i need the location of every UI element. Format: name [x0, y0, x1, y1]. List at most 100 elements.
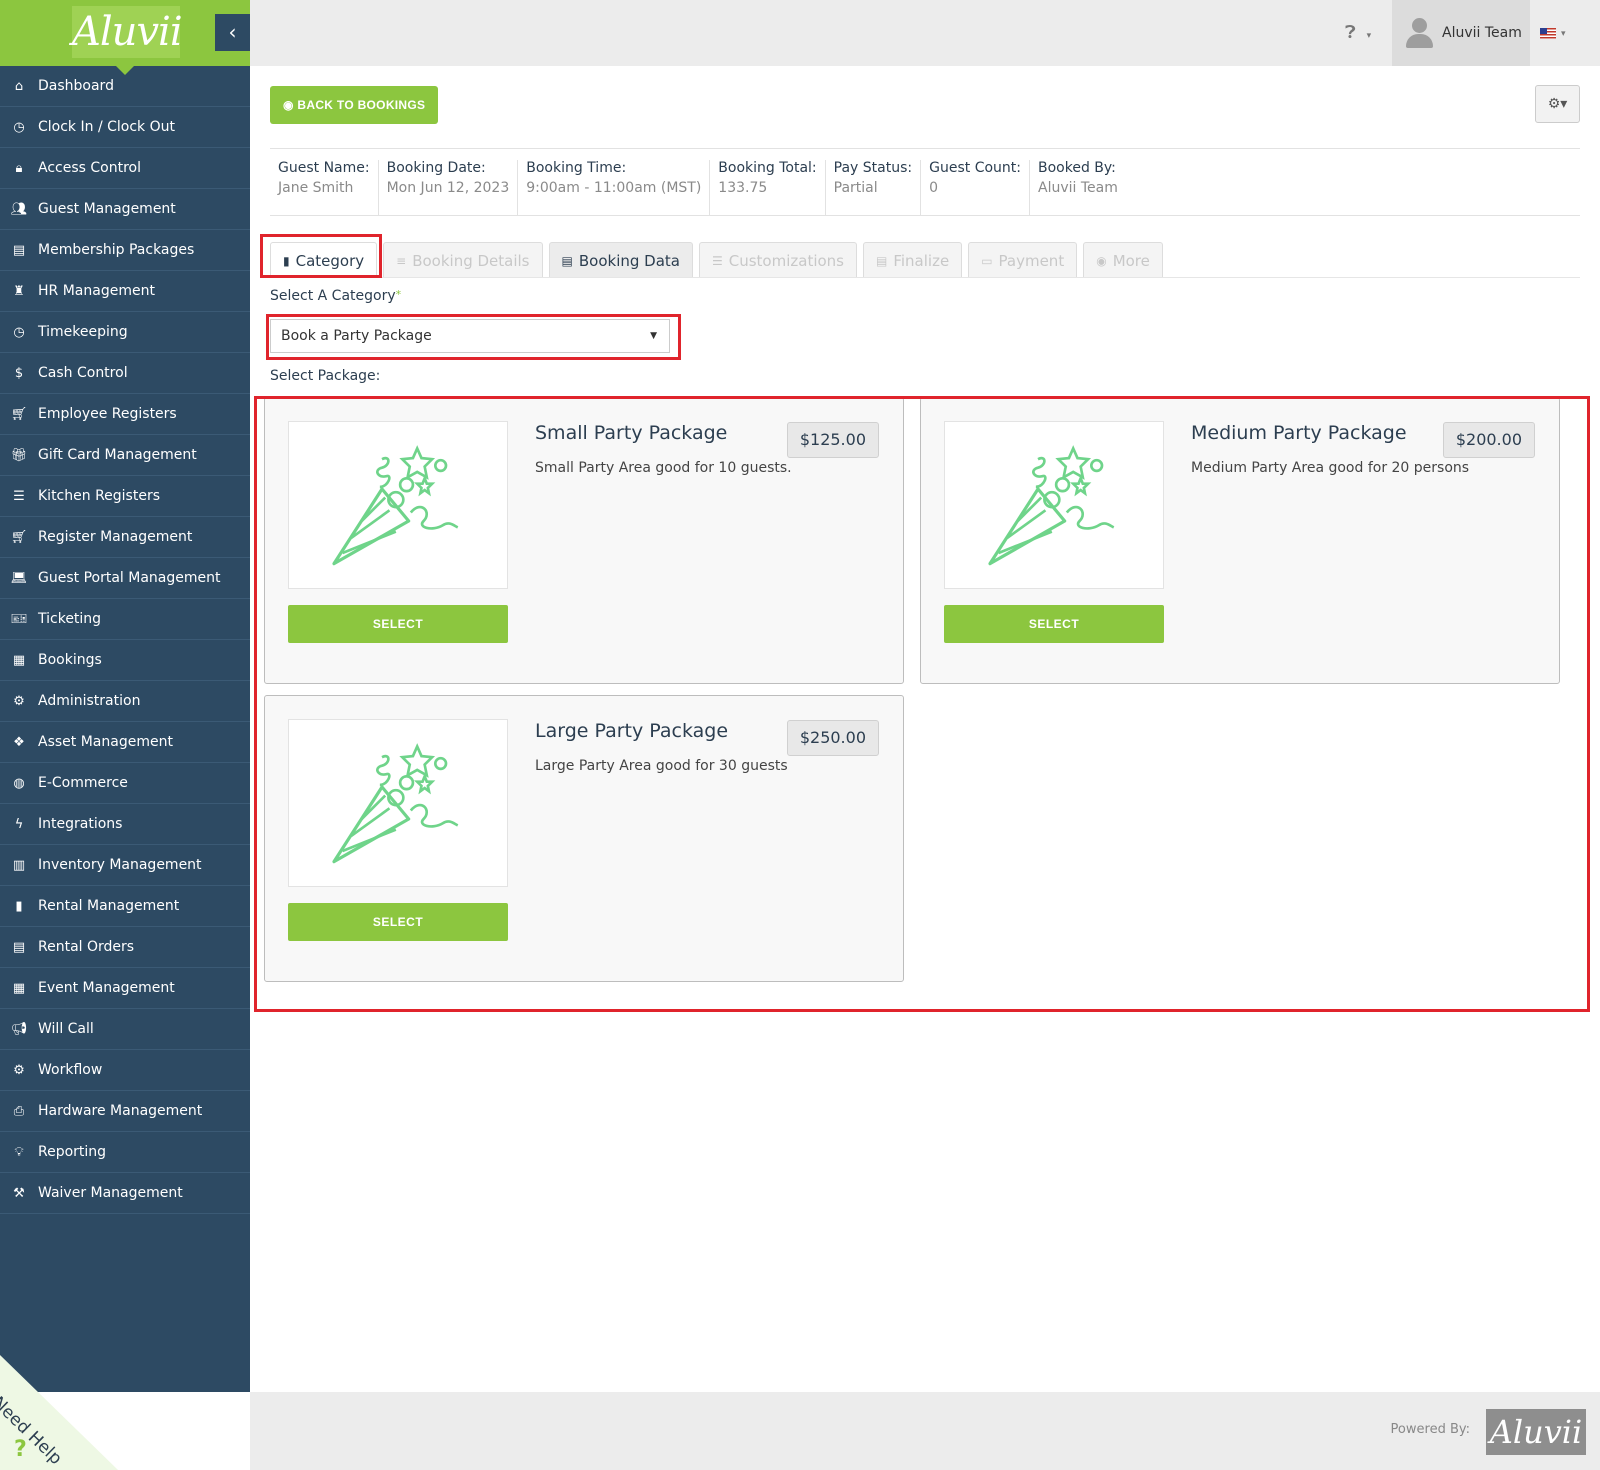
- home-icon: ⌂: [14, 78, 24, 94]
- bullhorn-icon: 📢︎: [10, 1021, 28, 1037]
- tab-icon: ▮: [283, 253, 290, 268]
- sidebar-item-kitchen-registers[interactable]: ☰ Kitchen Registers: [0, 476, 250, 517]
- package-description: Small Party Area good for 10 guests.: [535, 460, 792, 476]
- language-dropdown[interactable]: ▾: [1540, 28, 1566, 39]
- sidebar-item-rental-management[interactable]: ▮ Rental Management: [0, 886, 250, 927]
- footer-logo[interactable]: Aluvii: [1486, 1409, 1586, 1455]
- sidebar-item-bookings[interactable]: ▦ Bookings: [0, 640, 250, 681]
- summary-guest-count: Guest Count: 0: [920, 160, 1029, 215]
- sidebar-item-workflow[interactable]: ⚙ Workflow: [0, 1050, 250, 1091]
- list-icon: ☰: [13, 488, 25, 504]
- package-price: $200.00: [1442, 422, 1535, 458]
- summary-value: 0: [929, 180, 939, 196]
- bolt-icon: ϟ: [14, 816, 24, 832]
- tab-more: ◉ More: [1083, 242, 1163, 278]
- tab-customizations: ☰ Customizations: [698, 242, 857, 278]
- tabs-divider: [270, 277, 1580, 278]
- sidebar-item-rental-orders[interactable]: ▤ Rental Orders: [0, 927, 250, 968]
- cog-icon: ⚙: [13, 1062, 25, 1078]
- select-package-button[interactable]: SELECT: [288, 903, 508, 941]
- users-icon: 👥︎: [10, 201, 28, 217]
- settings-dropdown-button[interactable]: ⚙▾: [1535, 85, 1580, 123]
- summary-label: Pay Status:: [833, 160, 913, 176]
- tab-icon: ▤: [561, 253, 573, 268]
- sidebar-item-inventory-management[interactable]: ▥ Inventory Management: [0, 845, 250, 886]
- clock-icon: ◷: [13, 119, 25, 135]
- sidebar-item-cash-control[interactable]: $ Cash Control: [0, 353, 250, 394]
- sidebar-item-e-commerce[interactable]: ◍ E-Commerce: [0, 763, 250, 804]
- package-card: SELECT Medium Party Package Medium Party A…: [920, 397, 1560, 684]
- tab-icon: ▤: [876, 253, 888, 268]
- sidebar-item-hardware-management[interactable]: ⎙ Hardware Management: [0, 1091, 250, 1132]
- sidebar-item-asset-management[interactable]: ❖ Asset Management: [0, 722, 250, 763]
- sidebar-item-label: Dashboard: [38, 78, 114, 94]
- summary-value: 9:00am - 11:00am (MST): [526, 180, 702, 196]
- tab-icon: ▭: [981, 253, 993, 268]
- sidebar-item-label: Bookings: [38, 652, 102, 668]
- sidebar-item-label: Access Control: [38, 160, 141, 176]
- sidebar-nav: ⌂ Dashboard ◷ Clock In / Clock Out 🔒︎ Access …: [0, 66, 250, 1214]
- category-select-value: Book a Party Package: [281, 328, 432, 344]
- sidebar-item-event-management[interactable]: ▦ Event Management: [0, 968, 250, 1009]
- chevron-down-icon: ▾: [1561, 28, 1566, 39]
- dollar-icon: $: [14, 365, 24, 381]
- user-menu[interactable]: Aluvii Team: [1392, 0, 1530, 66]
- summary-booking-time: Booking Time: 9:00am - 11:00am (MST): [517, 160, 709, 215]
- sidebar-item-access-control[interactable]: 🔒︎ Access Control: [0, 148, 250, 189]
- sidebar-item-label: Membership Packages: [38, 242, 195, 258]
- footer: Powered By: Aluvii: [250, 1392, 1600, 1470]
- sidebar-item-guest-portal-management[interactable]: 💻︎ Guest Portal Management: [0, 558, 250, 599]
- collapse-sidebar-button[interactable]: ‹: [215, 14, 250, 51]
- cart-icon: 🛒︎: [10, 406, 28, 422]
- list-alt-icon: ▤: [12, 939, 26, 955]
- summary-label: Guest Count:: [929, 160, 1021, 176]
- tab-icon: ◉: [1096, 253, 1107, 268]
- sidebar-item-reporting[interactable]: 💡︎ Reporting: [0, 1132, 250, 1173]
- summary-label: Booking Time:: [526, 160, 627, 176]
- help-dropdown[interactable]: ❓︎ ▾: [1345, 22, 1371, 43]
- sidebar-item-label: Waiver Management: [38, 1185, 183, 1201]
- package-name: Large Party Package: [535, 720, 729, 742]
- sidebar-item-clock-in-clock-out[interactable]: ◷ Clock In / Clock Out: [0, 107, 250, 148]
- sidebar-item-ticketing[interactable]: 🎫︎ Ticketing: [0, 599, 250, 640]
- category-select[interactable]: Book a Party Package ▼: [270, 319, 670, 353]
- aluvii-logo[interactable]: Aluvii: [72, 6, 183, 58]
- sidebar-item-label: Integrations: [38, 816, 123, 832]
- select-package-button[interactable]: SELECT: [944, 605, 1164, 643]
- need-help-ribbon[interactable]: Need Help ?: [0, 1355, 118, 1470]
- package-image: [288, 719, 508, 887]
- sidebar-item-label: Event Management: [38, 980, 175, 996]
- sidebar-item-waiver-management[interactable]: ⚒ Waiver Management: [0, 1173, 250, 1214]
- sidebar-item-label: Reporting: [38, 1144, 107, 1160]
- sidebar-item-hr-management[interactable]: ♜ HR Management: [0, 271, 250, 312]
- summary-value: 133.75: [718, 180, 768, 196]
- sidebar-item-employee-registers[interactable]: 🛒︎ Employee Registers: [0, 394, 250, 435]
- sidebar-item-label: Guest Management: [38, 201, 176, 217]
- back-to-bookings-button[interactable]: ◉ BACK TO BOOKINGS: [270, 86, 439, 124]
- package-image: [944, 421, 1164, 589]
- sidebar-item-timekeeping[interactable]: ◷ Timekeeping: [0, 312, 250, 353]
- summary-label: Booking Date:: [386, 160, 486, 176]
- avatar: [1404, 16, 1434, 50]
- sidebar-item-membership-packages[interactable]: ▤ Membership Packages: [0, 230, 250, 271]
- tab-booking-data[interactable]: ▤ Booking Data: [548, 242, 693, 278]
- booking-tabs: ▮ Category ≡ Booking Details ▤ Booking Data ☰ C…: [270, 242, 1169, 278]
- sidebar-item-guest-management[interactable]: 👥︎ Guest Management: [0, 189, 250, 230]
- summary-label: Booking Total:: [718, 160, 817, 176]
- sidebar-item-will-call[interactable]: 📢︎ Will Call: [0, 1009, 250, 1050]
- sidebar: Aluvii ‹ ⌂ Dashboard ◷ Clock In / Clock Out…: [0, 0, 250, 1392]
- sidebar-item-register-management[interactable]: 🛒︎ Register Management: [0, 517, 250, 558]
- tab-booking-details: ≡ Booking Details: [383, 242, 543, 278]
- summary-booking-date: Booking Date: Mon Jun 12, 2023: [377, 160, 518, 215]
- tab-category[interactable]: ▮ Category: [270, 242, 378, 278]
- help-icon: ❓︎: [1345, 22, 1356, 43]
- sidebar-item-label: Will Call: [38, 1021, 94, 1037]
- sidebar-item-gift-card-management[interactable]: 🎁︎ Gift Card Management: [0, 435, 250, 476]
- sidebar-item-administration[interactable]: ⚙ Administration: [0, 681, 250, 722]
- sidebar-item-integrations[interactable]: ϟ Integrations: [0, 804, 250, 845]
- category-label: Select A Category*: [270, 288, 402, 304]
- package-card: SELECT Small Party Package Small Party Are…: [264, 397, 904, 684]
- select-package-button[interactable]: SELECT: [288, 605, 508, 643]
- sidebar-item-label: Asset Management: [38, 734, 173, 750]
- tab-label: Category: [295, 251, 365, 270]
